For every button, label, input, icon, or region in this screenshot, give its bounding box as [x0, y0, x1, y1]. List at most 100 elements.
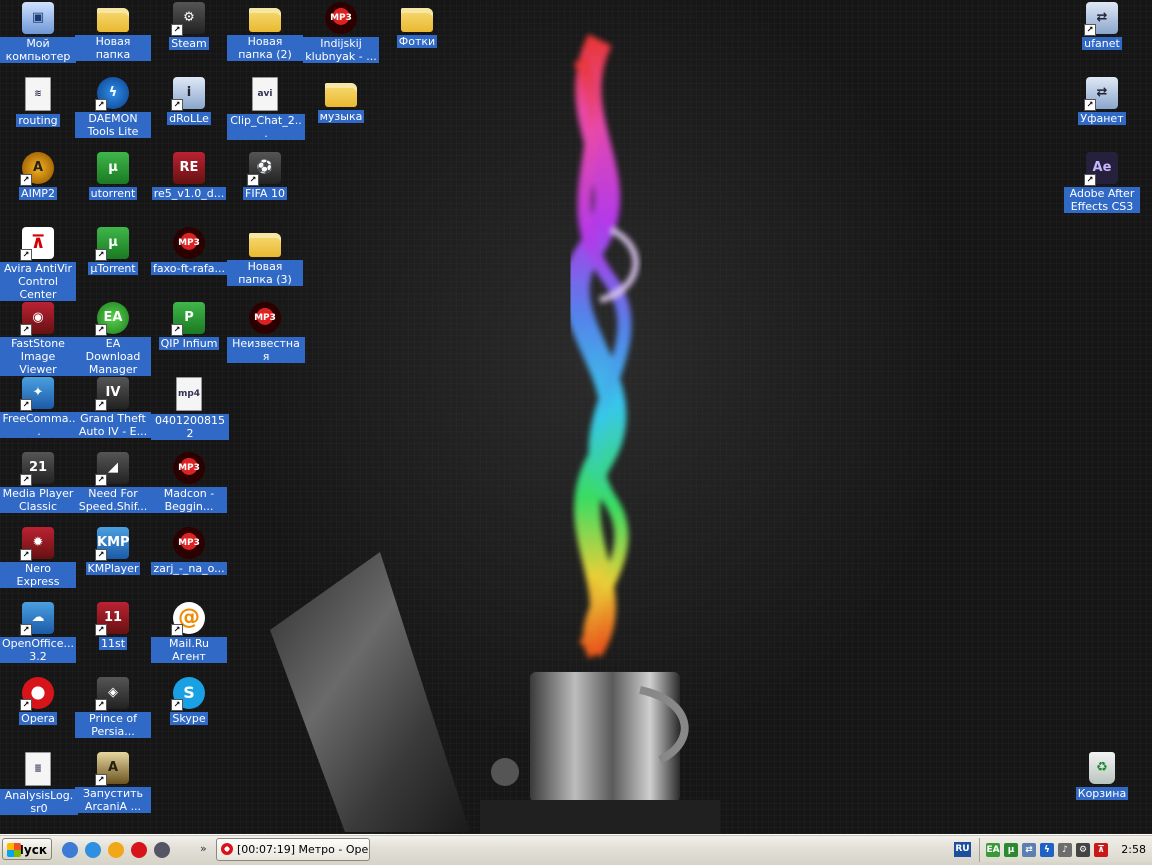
folder-new-2-icon [249, 8, 281, 32]
ufanet-icon: ⇄ ↗ [1084, 2, 1118, 36]
taskbar-button-opera[interactable]: [00:07:19] Метро - Opera [216, 838, 370, 861]
steam-desktop-item[interactable]: ⚙ ↗ Steam [151, 2, 227, 50]
quick-launch-chevron[interactable]: » [200, 842, 207, 855]
kmplayer-desktop-item[interactable]: KMP ↗ KMPlayer [75, 527, 151, 575]
daemon-tray-icon[interactable]: ϟ [1040, 843, 1054, 857]
folder-new-3-desktop-item[interactable]: Новая папка (3) [227, 227, 303, 286]
ea-download-manager-desktop-item[interactable]: EA ↗ EA Download Manager [75, 302, 151, 376]
desktop-item-label: zarj_-_na_o... [151, 562, 227, 575]
11st-desktop-item[interactable]: 11 ↗ 11st [75, 602, 151, 650]
shortcut-arrow-icon: ↗ [171, 24, 183, 36]
gta4-desktop-item[interactable]: IV ↗ Grand Theft Auto IV - E... [75, 377, 151, 438]
freecommander-quicklaunch-icon[interactable] [85, 842, 101, 858]
shortcut-arrow-icon: ↗ [20, 624, 32, 636]
desktop-item-label: FastStone Image Viewer [0, 337, 76, 376]
indijskij-mp3-desktop-item[interactable]: MP3 Indijskij klubnyak - ... [303, 2, 379, 63]
unknown-mp3-icon: MP3 [249, 302, 281, 334]
language-indicator[interactable]: RU [954, 842, 971, 857]
volume-tray-icon[interactable]: ♪ [1058, 843, 1072, 857]
mailru-agent-icon: @ ↗ [171, 602, 205, 636]
skype-desktop-item[interactable]: S ↗ Skype [151, 677, 227, 725]
utorrent-shortcut-desktop-item[interactable]: µ ↗ µTorrent [75, 227, 151, 275]
desktop-item-label: Мой компьютер [0, 37, 76, 63]
unknown-mp3-desktop-item[interactable]: MP3 Неизвестная [227, 302, 305, 363]
shortcut-arrow-icon: ↗ [20, 324, 32, 336]
ufanet-desktop-item[interactable]: ⇄ ↗ ufanet [1064, 2, 1140, 50]
recycle-bin-desktop-item[interactable]: ♻ Корзина [1064, 752, 1140, 800]
desktop-item-label: Opera [19, 712, 57, 725]
zarj-mp3-desktop-item[interactable]: MP3 zarj_-_na_o... [151, 527, 227, 575]
start-button[interactable]: Пуск [2, 838, 52, 860]
freecommander-icon: ✦ ↗ [20, 377, 54, 411]
avira-desktop-item[interactable]: ⊼ ↗ Avira AntiVir Control Center [0, 227, 76, 301]
shortcut-arrow-icon: ↗ [20, 699, 32, 711]
desktop-item-label: dRoLLe [167, 112, 211, 125]
drolle-desktop-item[interactable]: i ↗ dRoLLe [151, 77, 227, 125]
aimp2-desktop-item[interactable]: A ↗ AIMP2 [0, 152, 76, 200]
prince-of-persia-desktop-item[interactable]: ◈ ↗ Prince of Persia... [75, 677, 151, 738]
fifa10-desktop-item[interactable]: ⚽ ↗ FIFA 10 [227, 152, 303, 200]
folder-new-2-desktop-item[interactable]: Новая папка (2) [227, 2, 303, 61]
folder-new-3-icon [249, 233, 281, 257]
shortcut-arrow-icon: ↗ [171, 99, 183, 111]
desktop[interactable]: ▣ Мой компьютер ≋ routing A ↗ AIMP2 ⊼ ↗ Avira Ant… [0, 0, 1152, 834]
re5-desktop-item[interactable]: RE re5_v1.0_d... [151, 152, 227, 200]
routing-icon: ≋ [25, 77, 51, 111]
utorrent-tray-icon[interactable]: µ [1004, 843, 1018, 857]
mpc-quicklaunch-icon[interactable] [154, 842, 170, 858]
ea-tray-icon[interactable]: EA [986, 843, 1000, 857]
desktop-item-label: Madcon - Beggin... [151, 487, 227, 513]
analysislog-file-desktop-item[interactable]: ≣ AnalysisLog.sr0 [0, 752, 78, 815]
video-file-icon: mp4 [176, 377, 202, 411]
nero-express-desktop-item[interactable]: ✹ ↗ Nero Express [0, 527, 76, 588]
clock[interactable]: 2:58 [1121, 838, 1146, 862]
my-computer-desktop-item[interactable]: ▣ Мой компьютер [0, 2, 76, 63]
shortcut-arrow-icon: ↗ [247, 174, 259, 186]
openoffice-desktop-item[interactable]: ☁ ↗ OpenOffice... 3.2 [0, 602, 76, 663]
steam-tray-icon[interactable]: ⚙ [1076, 843, 1090, 857]
arcania-icon: A ↗ [95, 752, 129, 786]
desktop-item-label: Clip_Chat_2... [227, 114, 305, 140]
desktop-item-label: routing [16, 114, 60, 127]
after-effects-desktop-item[interactable]: Ae ↗ Adobe After Effects CS3 [1064, 152, 1140, 213]
faxo-mp3-desktop-item[interactable]: MP3 faxo-ft-rafa... [151, 227, 227, 275]
avira-icon: ⊼ ↗ [20, 227, 54, 261]
faststone-desktop-item[interactable]: ◉ ↗ FastStone Image Viewer [0, 302, 76, 376]
shortcut-arrow-icon: ↗ [1084, 24, 1096, 36]
madcon-mp3-desktop-item[interactable]: MP3 Madcon - Beggin... [151, 452, 227, 513]
media-player-classic-desktop-item[interactable]: 21 ↗ Media Player Classic [0, 452, 76, 513]
opera-desktop-item[interactable]: O↗Opera [0, 677, 76, 725]
shortcut-arrow-icon: ↗ [95, 399, 107, 411]
utorrent-desktop-item[interactable]: µ utorrent [75, 152, 151, 200]
ie-quicklaunch-icon[interactable] [62, 842, 78, 858]
avira-tray-icon[interactable]: ⊼ [1094, 843, 1108, 857]
skype-icon: S ↗ [171, 677, 205, 711]
mailru-agent-desktop-item[interactable]: @ ↗ Mail.Ru Агент [151, 602, 227, 663]
opera-quicklaunch-icon[interactable] [131, 842, 147, 858]
folder-new-desktop-item[interactable]: Новая папка [75, 2, 151, 61]
music-folder-desktop-item[interactable]: музыка [303, 77, 379, 123]
desktop-item-label: AnalysisLog.sr0 [0, 789, 78, 815]
daemon-tools-desktop-item[interactable]: ϟ ↗ DAEMON Tools Lite [75, 77, 151, 138]
network-tray-icon[interactable]: ⇄ [1022, 843, 1036, 857]
nfs-shift-desktop-item[interactable]: ◢ ↗ Need For Speed.Shif... [75, 452, 151, 513]
freecommander-desktop-item[interactable]: ✦ ↗ FreeComma... [0, 377, 78, 438]
ufanet-ru-desktop-item[interactable]: ⇄ ↗ Уфанет [1064, 77, 1140, 125]
clip-chat-file-desktop-item[interactable]: avi Clip_Chat_2... [227, 77, 305, 140]
desktop-item-label: Grand Theft Auto IV - E... [75, 412, 151, 438]
shortcut-arrow-icon: ↗ [95, 99, 107, 111]
drolle-icon: i ↗ [171, 77, 205, 111]
photos-folder-desktop-item[interactable]: Фотки [379, 2, 455, 48]
desktop-item-label: FreeComma... [0, 412, 78, 438]
qip-infium-desktop-item[interactable]: P ↗ QIP Infium [151, 302, 227, 350]
video-file-desktop-item[interactable]: mp4 04012008152 [151, 377, 229, 440]
taskbar-button-label: [00:07:19] Метро - Opera [237, 843, 370, 856]
desktop-item-label: faxo-ft-rafa... [151, 262, 227, 275]
utorrent-icon: µ [97, 152, 129, 184]
aimp-quicklaunch-icon[interactable] [108, 842, 124, 858]
analysislog-file-icon: ≣ [25, 752, 51, 786]
shortcut-arrow-icon: ↗ [20, 474, 32, 486]
arcania-desktop-item[interactable]: A ↗ Запустить ArcaniA ... [75, 752, 151, 813]
re5-icon: RE [173, 152, 205, 184]
routing-desktop-item[interactable]: ≋ routing [0, 77, 76, 127]
